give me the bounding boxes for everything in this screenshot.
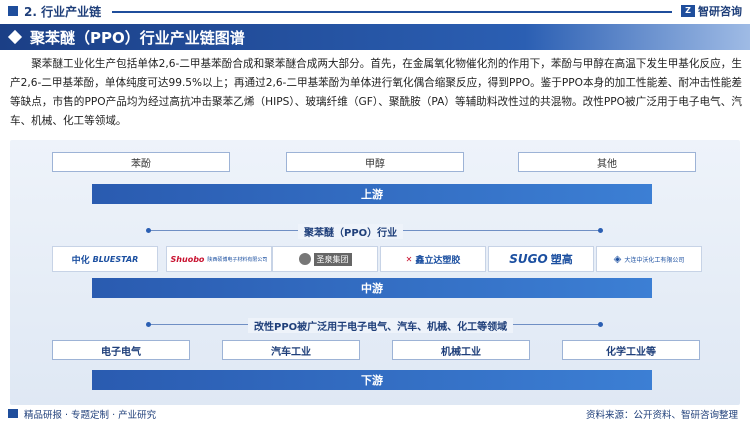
downstream-item-machinery: 机械工业 [392, 340, 530, 360]
divider [112, 11, 672, 13]
midstream-heading: 聚苯醚（PPO）行业 [298, 224, 404, 239]
company-logo-bluestar: 中化 BLUESTAR [52, 246, 158, 272]
footer-source: 资料来源：公开资料、智研咨询整理 [585, 410, 738, 421]
downstream-band: 下游 [92, 370, 652, 390]
dot-icon [598, 228, 603, 233]
upstream-item-other: 其他 [518, 152, 696, 172]
downstream-item-chemical: 化学工业等 [562, 340, 700, 360]
section-title: 2. 行业产业链 [24, 5, 102, 19]
dot-icon [146, 228, 151, 233]
upstream-band: 上游 [92, 184, 652, 204]
company-logo-shuobo: Shuobo 陕西硕博电子材料有限公司 [166, 246, 272, 272]
footer-marker-icon [8, 409, 18, 418]
footer-tagline: 精品研报 · 专题定制 · 产业研究 [24, 410, 157, 421]
chain-diagram: 苯酚 甲醇 其他 上游 聚苯醚（PPO）行业 中化 BLUESTAR Shuob… [10, 140, 740, 405]
dot-icon [598, 322, 603, 327]
downstream-item-electronics: 电子电气 [52, 340, 190, 360]
dot-icon [146, 322, 151, 327]
footer: 精品研报 · 专题定制 · 产业研究 资料来源：公开资料、智研咨询整理 [0, 405, 750, 422]
intro-paragraph: 聚苯醚工业化生产包括单体2,6-二甲基苯酚合成和聚苯醚合成两大部分。首先，在金属… [10, 58, 742, 127]
upstream-item-methanol: 甲醇 [286, 152, 464, 172]
logo-icon: Z [681, 5, 695, 17]
brand-logo[interactable]: Z 智研咨询 [681, 3, 742, 19]
midstream-band: 中游 [92, 278, 652, 298]
diamond-icon [7, 29, 23, 45]
title-bar: 聚苯醚（PPO）行业产业链图谱 [0, 24, 750, 50]
logo-name: 智研咨询 [698, 5, 742, 18]
company-logo-shengquan: 圣泉集团 [272, 246, 378, 272]
company-logo-dalian-zhongwo: ◈ 大连中沃化工有限公司 [596, 246, 702, 272]
downstream-heading: 改性PPO被广泛用于电子电气、汽车、机械、化工等领域 [248, 318, 514, 333]
page-title: 聚苯醚（PPO）行业产业链图谱 [30, 29, 245, 47]
company-logo-xinlida: ✕ 鑫立达塑胶 [380, 246, 486, 272]
top-bar: 2. 行业产业链 Z 智研咨询 [0, 0, 750, 22]
downstream-item-automotive: 汽车工业 [222, 340, 360, 360]
upstream-item-phenol: 苯酚 [52, 152, 230, 172]
company-logo-sugo: SUGO 塑高 [488, 246, 594, 272]
section-marker-icon [8, 6, 18, 16]
